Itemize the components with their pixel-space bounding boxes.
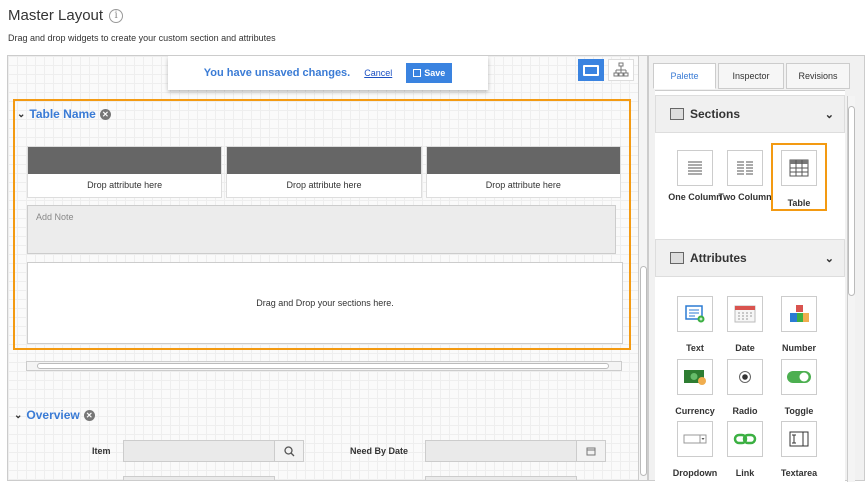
two-column-label: Two Column [718,192,772,202]
currency-tile[interactable] [677,359,713,395]
hierarchy-icon [613,62,629,77]
date-tile[interactable] [727,296,763,332]
panel-scrollbar[interactable] [847,96,855,482]
remove-section-icon[interactable]: ✕ [99,108,111,120]
drop-attribute-label: Drop attribute here [286,180,362,190]
sections-accordion[interactable]: Sections ⌄ [655,95,845,133]
page-title-text: Master Layout [8,7,104,24]
overview-section-header: ⌄ Overview ✕ [14,408,95,422]
link-label: Link [735,468,755,478]
toggle-tile[interactable] [781,359,817,395]
dropdown-tile[interactable] [677,421,713,457]
radio-tile[interactable] [727,359,763,395]
add-note-field[interactable]: Add Note [27,205,616,254]
section-drop-zone[interactable]: Drag and Drop your sections here. [27,262,623,344]
need-by-date-field[interactable] [425,440,577,462]
sections-title: Sections [690,107,741,121]
chevron-down-icon: ⌄ [824,108,834,121]
monitor-icon [583,64,599,76]
calendar-button[interactable] [576,440,606,462]
tab-revisions[interactable]: Revisions [786,63,850,89]
date-icon [734,305,756,323]
drop-zone-text: Drag and Drop your sections here. [256,298,394,308]
unsaved-message: You have unsaved changes. [203,67,351,79]
number-tile[interactable] [781,296,817,332]
page-title: Master Layout i [8,7,124,24]
table-section[interactable]: ⌄ Table Name ✕ Drop attribute here Drop … [13,99,631,350]
item-field[interactable] [123,440,275,462]
one-column-icon [688,161,702,175]
field-row-2-right[interactable] [425,476,577,480]
attributes-accordion[interactable]: Attributes ⌄ [655,239,845,277]
drop-attribute-label: Drop attribute here [485,180,561,190]
text-tile[interactable] [677,296,713,332]
link-tile[interactable] [727,421,763,457]
remove-section-icon[interactable]: ✕ [83,409,95,421]
right-panel: Palette Inspector Revisions Sections ⌄ O… [648,55,865,482]
panel-scroll-thumb[interactable] [848,106,855,296]
chevron-down-icon: ⌄ [824,252,834,265]
horizontal-scrollbar[interactable] [26,361,622,371]
table-tile-highlight [771,143,827,211]
toggle-icon [787,371,811,383]
search-icon [283,445,294,456]
two-column-tile[interactable] [727,150,763,186]
table-column[interactable]: Drop attribute here [425,146,621,198]
radio-label: Radio [732,406,758,416]
field-row-2[interactable] [123,476,275,480]
table-columns: Drop attribute here Drop attribute here … [27,146,621,198]
info-icon[interactable]: i [109,8,124,23]
tree-view-button[interactable] [608,59,634,81]
dropdown-icon [683,434,707,444]
layout-canvas: You have unsaved changes. Cancel Save ⌄ … [7,55,648,481]
number-label: Number [781,343,816,353]
attributes-icon [670,252,684,264]
two-column-icon [737,161,753,175]
toggle-label: Toggle [784,406,814,416]
date-label: Date [735,343,755,353]
textarea-tile[interactable] [781,421,817,457]
attributes-title: Attributes [690,251,747,265]
unsaved-changes-bar: You have unsaved changes. Cancel Save [168,56,488,90]
horizontal-scroll-thumb[interactable] [37,363,609,369]
need-by-date-label: Need By Date [350,446,409,456]
overview-title[interactable]: Overview [26,408,79,422]
palette-body: Sections ⌄ One Column Two Column Table A… [655,90,845,482]
tab-palette[interactable]: Palette [653,63,716,89]
radio-icon [739,371,751,383]
text-icon [685,305,705,323]
table-column[interactable]: Drop attribute here [27,146,223,198]
chevron-down-icon[interactable]: ⌄ [14,410,22,421]
link-icon [733,433,757,445]
search-button[interactable] [274,440,304,462]
textarea-label: Textarea [780,468,818,478]
number-icon [790,305,809,322]
tab-inspector[interactable]: Inspector [718,63,784,89]
table-section-header: ⌄ Table Name ✕ [17,107,111,121]
item-label: Item [92,446,111,456]
vertical-scroll-thumb[interactable] [640,266,647,476]
drop-attribute-label: Drop attribute here [87,180,163,190]
textarea-icon [789,431,809,447]
page-subtitle: Drag and drop widgets to create your cus… [8,33,276,43]
table-section-title[interactable]: Table Name [29,107,95,121]
currency-icon [684,370,706,385]
desktop-view-button[interactable] [578,59,604,81]
save-label: Save [424,68,446,78]
cancel-link[interactable]: Cancel [364,68,392,78]
save-icon [413,69,422,77]
one-column-tile[interactable] [677,150,713,186]
save-button[interactable]: Save [406,63,453,83]
sections-icon [670,108,684,120]
calendar-icon [586,447,596,456]
panel-tabs: Palette Inspector Revisions [653,63,852,89]
chevron-down-icon[interactable]: ⌄ [17,109,25,120]
table-column[interactable]: Drop attribute here [226,146,422,198]
vertical-scrollbar[interactable] [638,56,647,480]
